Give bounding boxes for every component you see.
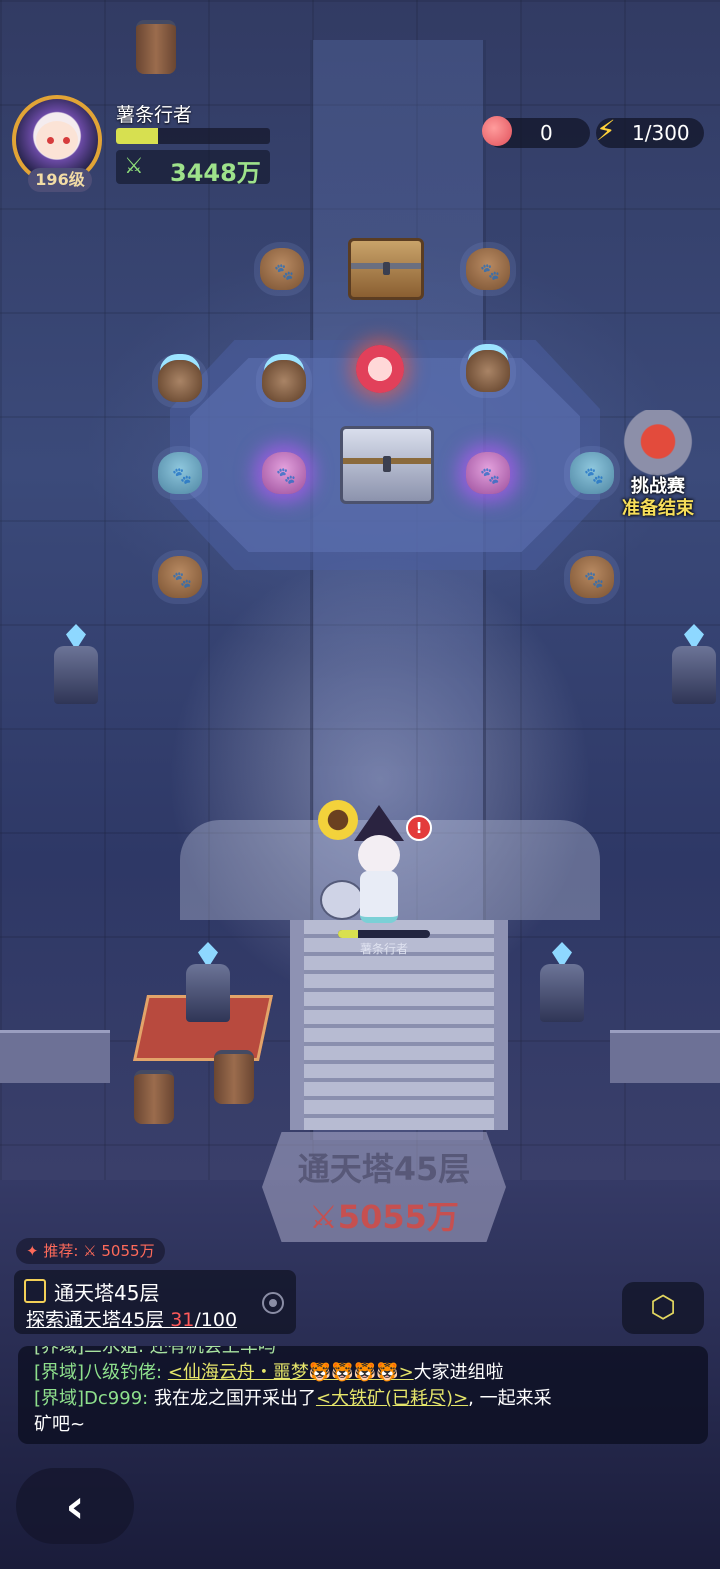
- energy-value: 1/300: [632, 121, 690, 145]
- chat-line: 矿吧~: [34, 1414, 86, 1435]
- challenge-emblem-icon: [618, 410, 698, 480]
- power-display: ⚔ 3448万: [116, 150, 270, 187]
- hero-name-label: 薯条行者: [359, 942, 408, 956]
- gem-bag[interactable]: [466, 350, 510, 392]
- locate-icon[interactable]: [262, 1292, 284, 1314]
- peach-value: 0: [540, 121, 553, 145]
- crystal-pillar: [54, 624, 98, 704]
- chat-panel[interactable]: [界域]三水姐: 还有机会上车吗 [界域]八级钓佬: <仙海云舟・噩梦🐯🐯🐯🐯>…: [18, 1346, 708, 1444]
- crystal-pillar: [672, 624, 716, 704]
- floor-sign: 通天塔45层 ⚔5055万: [262, 1132, 506, 1242]
- floor-sign-power: ⚔5055万: [309, 1198, 459, 1236]
- quest-title: 通天塔45层: [54, 1281, 160, 1305]
- loot-bag-purple[interactable]: 🐾: [262, 452, 306, 494]
- player-character[interactable]: !: [340, 805, 432, 925]
- loot-bag[interactable]: 🐾: [466, 248, 510, 290]
- back-button[interactable]: ‹: [16, 1468, 134, 1544]
- chat-line: [界域]三水姐: 还有机会上车吗: [34, 1346, 276, 1357]
- power-value: 3448万: [170, 159, 261, 187]
- loot-bag-purple[interactable]: 🐾: [466, 452, 510, 494]
- player-name: 薯条行者: [116, 104, 193, 126]
- barrel: [134, 1070, 174, 1124]
- loot-bag[interactable]: 🐾: [570, 556, 614, 598]
- hero-health-bar: [338, 930, 430, 938]
- quest-tracker[interactable]: 通天塔45层 探索通天塔45层 31/100: [14, 1270, 296, 1334]
- crystal-pillar: [186, 942, 230, 1022]
- xp-bar: [116, 128, 270, 144]
- loot-bag[interactable]: 🐾: [260, 248, 304, 290]
- chat-link[interactable]: <大铁矿(已耗尽)>: [316, 1388, 468, 1409]
- gem-bag[interactable]: [158, 360, 202, 402]
- barrel: [214, 1050, 254, 1104]
- alert-icon[interactable]: !: [406, 815, 432, 841]
- chat-link[interactable]: <仙海云舟・噩梦🐯🐯🐯🐯>: [168, 1362, 414, 1383]
- loot-bag[interactable]: 🐾: [158, 556, 202, 598]
- loot-bag-blue[interactable]: 🐾: [158, 452, 202, 494]
- right-ledge: [610, 1030, 720, 1083]
- quest-description[interactable]: 探索通天塔45层 31/100: [26, 1305, 237, 1332]
- crossed-weapons-icon: ⚔: [124, 154, 144, 179]
- level-badge: 196级: [28, 168, 92, 192]
- barrel: [136, 20, 176, 74]
- chat-line: [界域]八级钓佬: <仙海云舟・噩梦🐯🐯🐯🐯>大家进组啦: [34, 1362, 504, 1383]
- floor-sign-title: 通天塔45层: [297, 1150, 471, 1188]
- treasure-chest-center[interactable]: [340, 426, 434, 504]
- peach-icon: [482, 116, 512, 146]
- challenge-status: 准备结束: [622, 498, 694, 519]
- energy-counter[interactable]: ⚡ 1/300: [596, 114, 704, 148]
- crystal-pillar: [540, 942, 584, 1022]
- lightning-icon: ⚡: [596, 114, 616, 147]
- paw-coin-icon[interactable]: [356, 345, 404, 393]
- gem-bag[interactable]: [262, 360, 306, 402]
- treasure-chest-top[interactable]: [348, 238, 424, 300]
- challenge-button[interactable]: 挑战赛 准备结束: [608, 410, 708, 520]
- peach-counter[interactable]: 0: [482, 116, 590, 148]
- clipboard-icon: [24, 1279, 46, 1303]
- cube-icon: ⬡: [649, 1290, 677, 1325]
- chat-line: [界域]Dc999: 我在龙之国开采出了<大铁矿(已耗尽)>, 一起来采: [34, 1388, 552, 1409]
- cube-button[interactable]: ⬡: [622, 1282, 704, 1334]
- recommended-power: ✦ 推荐: ⚔ 5055万: [16, 1238, 165, 1264]
- left-ledge: [0, 1030, 110, 1083]
- chevron-left-icon: ‹: [65, 1479, 85, 1533]
